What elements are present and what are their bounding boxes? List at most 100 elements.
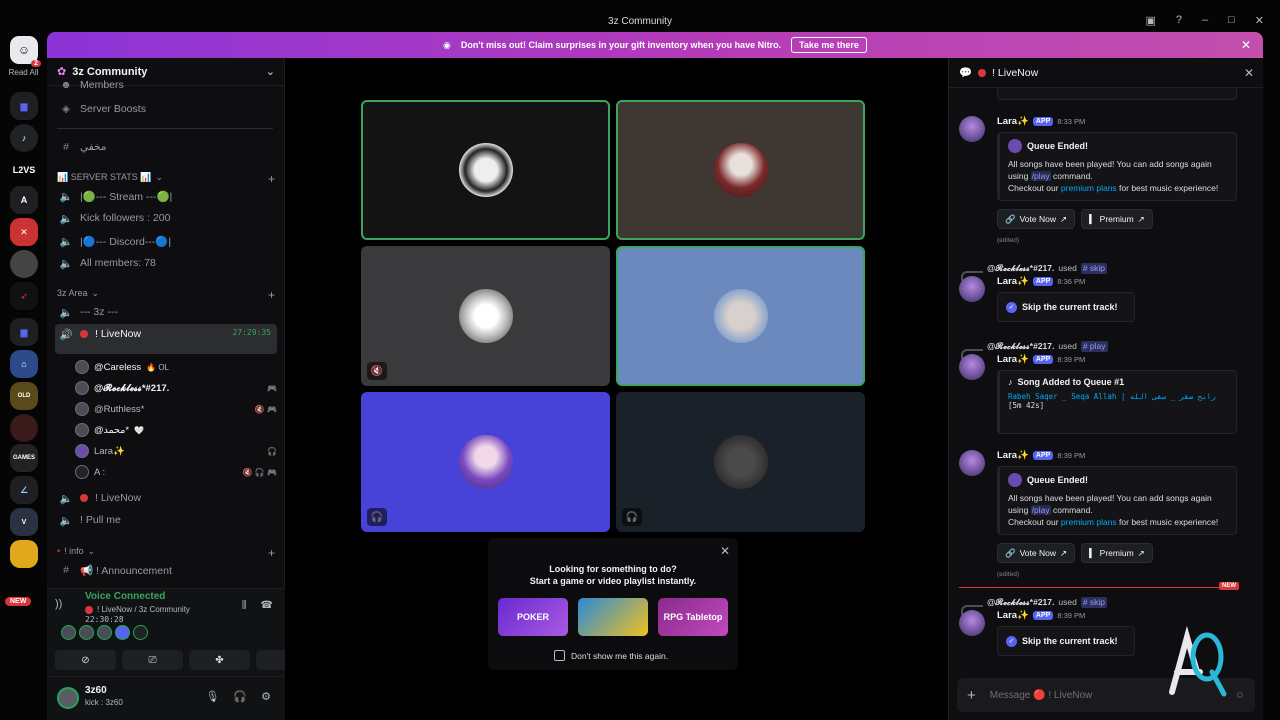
server-icon[interactable]: ✕	[10, 218, 38, 246]
voice-user[interactable]: @Careless 🔥 OL	[75, 358, 277, 376]
voice-user[interactable]: @محمد* 🤍	[75, 421, 277, 439]
server-icon[interactable]	[10, 414, 38, 442]
voice-user[interactable]: @𝓡𝓮𝓬𝓴𝓵𝓮𝓼𝓼*#217. 🎮	[75, 379, 277, 397]
video-tile[interactable]	[616, 100, 865, 240]
maximize-button[interactable]: □	[1228, 14, 1235, 27]
voice-channel-stream[interactable]: 🔈 |🟢--- Stream ---🟢|	[55, 186, 277, 206]
message-author[interactable]: Lara✨	[997, 116, 1029, 127]
add-attachment-icon[interactable]: +	[967, 687, 976, 704]
vote-now-button[interactable]: 🔗 Vote Now ↗	[997, 543, 1076, 563]
premium-plans-link[interactable]: premium plans	[1061, 517, 1117, 527]
disconnect-icon[interactable]: ☎	[261, 600, 273, 611]
voice-channel-discord[interactable]: 🔈 |🔵--- Discord---🔵|	[55, 231, 277, 251]
voice-channel-pull-me[interactable]: 🔈 ! Pull me	[55, 510, 277, 530]
add-channel-icon[interactable]: +	[268, 546, 275, 560]
video-tile[interactable]: 🎧	[616, 392, 865, 532]
premium-button[interactable]: ▍ Premium ↗	[1081, 209, 1153, 229]
vote-now-button[interactable]: 🔗 Vote Now ↗	[997, 209, 1076, 229]
server-text-l2vs[interactable]: L2VS	[10, 156, 38, 184]
video-tile[interactable]	[361, 100, 610, 240]
reply-reference[interactable]: @𝓡𝓮𝓬𝓴𝓵𝓮𝓼𝓼*#217. used # play	[987, 341, 1108, 352]
voice-user[interactable]: @Ruthless* 🔇 🎮	[75, 400, 277, 418]
avatar	[61, 625, 76, 640]
voice-participant-avatars	[61, 625, 148, 640]
voice-channel-all-members[interactable]: 🔈 All members: 78	[55, 253, 277, 273]
activity-game[interactable]	[578, 598, 648, 636]
server-icon[interactable]	[10, 250, 38, 278]
avatar[interactable]	[959, 116, 985, 142]
category-server-stats[interactable]: 📊 SERVER STATS 📊 ⌄ +	[57, 172, 275, 186]
video-tile[interactable]: 🔇	[361, 246, 610, 386]
premium-plans-link[interactable]: premium plans	[1061, 183, 1117, 193]
take-me-there-button[interactable]: Take me there	[791, 37, 867, 53]
dont-show-again-checkbox[interactable]: Don't show me this again.	[554, 650, 668, 661]
avatar[interactable]	[959, 610, 985, 636]
server-icon[interactable]: V	[10, 508, 38, 536]
activities-button[interactable]: ✤	[189, 650, 250, 670]
add-channel-icon[interactable]: +	[268, 288, 275, 302]
close-window-button[interactable]: ✕	[1255, 14, 1264, 27]
server-icon[interactable]: ♪	[10, 124, 38, 152]
server-text-a[interactable]: A	[10, 186, 38, 214]
category-info[interactable]: • ! info ⌄ +	[57, 546, 275, 560]
folder-icon[interactable]: ▆	[10, 92, 38, 120]
sidebar-item-hidden-channel[interactable]: # مخفي	[55, 137, 277, 157]
avatar[interactable]	[959, 450, 985, 476]
message-author[interactable]: Lara✨	[997, 276, 1029, 287]
gear-icon[interactable]: ⚙	[261, 690, 271, 703]
minimize-button[interactable]: –	[1202, 14, 1208, 27]
server-icon[interactable]: ➶	[10, 282, 38, 310]
avatar[interactable]	[959, 276, 985, 302]
message-author[interactable]: Lara✨	[997, 610, 1029, 621]
video-tile[interactable]	[616, 246, 865, 386]
headphones-icon[interactable]: 🎧	[233, 690, 247, 703]
activity-rpg-tabletop[interactable]: RPG Tabletop	[658, 598, 728, 636]
category-3z-area[interactable]: 3z Area ⌄ +	[57, 288, 275, 302]
folder-icon[interactable]: ▆	[10, 318, 38, 346]
read-all-button[interactable]: Read All	[0, 68, 47, 77]
help-icon[interactable]: ?	[1176, 14, 1182, 27]
sidebar-item-server-boosts[interactable]: ◈ Server Boosts	[55, 99, 277, 119]
close-icon[interactable]: ✕	[1241, 38, 1251, 52]
voice-channel-livenow-active[interactable]: 🔊 ! LiveNow 27:29:35	[55, 324, 277, 354]
command-mention[interactable]: /play	[1030, 171, 1051, 181]
server-icon[interactable]	[10, 540, 38, 568]
song-link[interactable]: Rabeh Saqer _ Seqa Allah | رابح صقر _ سق…	[1008, 392, 1228, 401]
voice-user[interactable]: Lara✨ 🎧	[75, 442, 277, 460]
avatar[interactable]	[959, 354, 985, 380]
command-mention[interactable]: /play	[1030, 505, 1051, 515]
new-servers-pill[interactable]: NEW	[5, 597, 32, 606]
voice-channel-kick-followers[interactable]: 🔈 Kick followers : 200	[55, 208, 277, 228]
home-button[interactable]: ☺ 2	[10, 36, 41, 67]
voice-channel-livenow[interactable]: 🔈 ! LiveNow	[55, 488, 277, 508]
server-icon[interactable]: GAMES	[10, 444, 38, 472]
microphone-icon[interactable]: 🎙	[205, 690, 219, 703]
camera-off-button[interactable]: ⊘	[55, 650, 116, 670]
add-channel-icon[interactable]: +	[268, 172, 275, 186]
emoji-icon[interactable]: ☺	[1235, 690, 1245, 701]
video-tile[interactable]: 🎧	[361, 392, 610, 532]
sidebar-item-members[interactable]: ☻ Members	[55, 78, 277, 92]
reply-reference[interactable]: @𝓡𝓮𝓬𝓴𝓵𝓮𝓼𝓼*#217. used # skip	[987, 597, 1108, 608]
close-icon[interactable]: ✕	[1244, 66, 1254, 80]
server-icon[interactable]: ∠	[10, 476, 38, 504]
message-author[interactable]: Lara✨	[997, 354, 1029, 365]
server-icon[interactable]: OLD	[10, 382, 38, 410]
message-author[interactable]: Lara✨	[997, 450, 1029, 461]
server-icon[interactable]: ⌂	[10, 350, 38, 378]
close-icon[interactable]: ✕	[720, 544, 730, 558]
reply-reference[interactable]: @𝓡𝓮𝓬𝓴𝓵𝓮𝓼𝓼*#217. used # skip	[987, 263, 1108, 274]
user-name[interactable]: 3z60	[85, 685, 107, 696]
voice-channel-3z[interactable]: 🔈 --- 3z ---	[55, 302, 277, 322]
avatar[interactable]	[57, 687, 79, 709]
inbox-icon[interactable]: ▣	[1145, 14, 1155, 27]
activity-poker[interactable]: POKER	[498, 598, 568, 636]
new-messages-tag: NEW	[1219, 582, 1239, 590]
text-channel-announcement[interactable]: # 📢 ! Announcement	[55, 560, 277, 580]
screen-share-button[interactable]: ⎚	[122, 650, 183, 670]
noise-suppression-icon[interactable]: ⫼	[242, 600, 247, 611]
voice-user[interactable]: A : 🔇 🎧 🎮	[75, 463, 277, 481]
premium-button[interactable]: ▍ Premium ↗	[1081, 543, 1153, 563]
voice-channel-path[interactable]: ! LiveNow / 3z Community	[85, 605, 190, 614]
signal-icon[interactable]: ))	[55, 598, 79, 618]
